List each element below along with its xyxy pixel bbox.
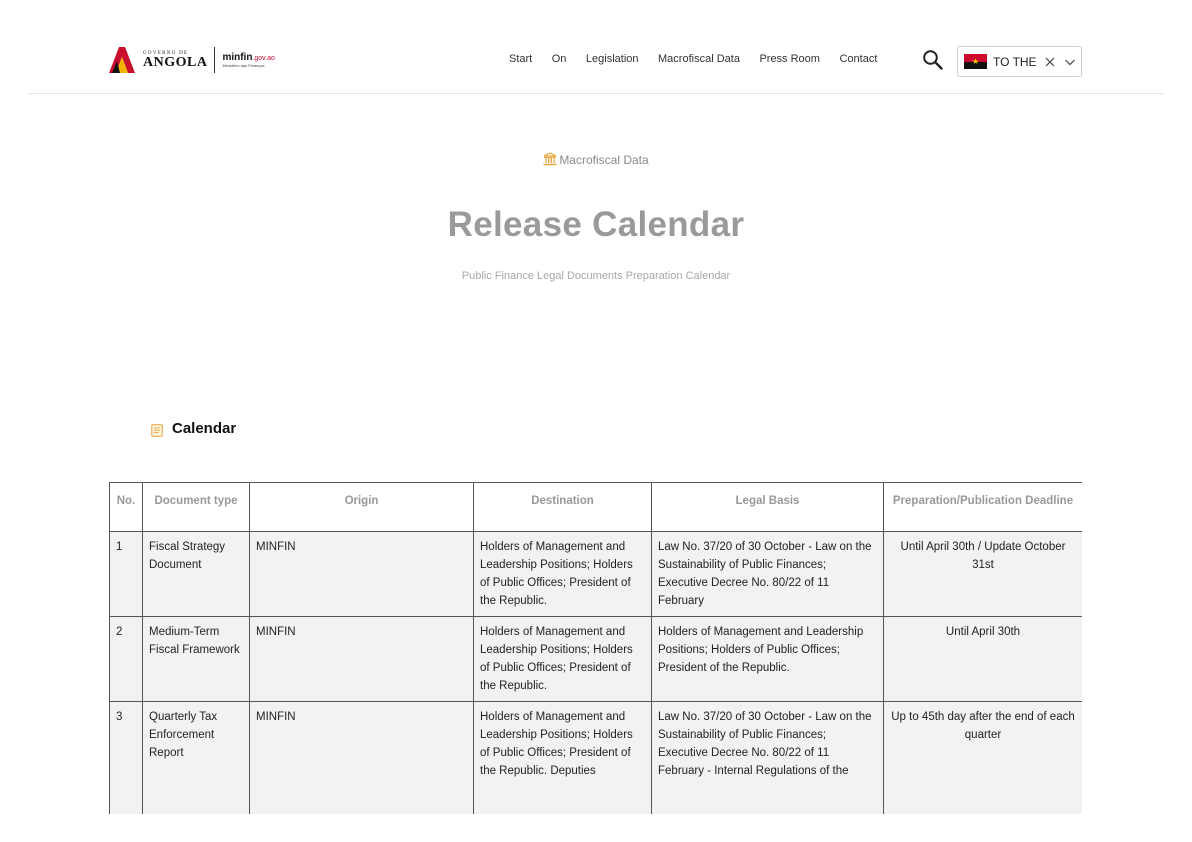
cell-no: 3 [109, 701, 143, 814]
cell-deadline: Up to 45th day after the end of each qua… [883, 701, 1082, 814]
cell-no: 2 [109, 616, 143, 702]
government-wordmark: GOVERNO DE ANGOLA [143, 51, 207, 70]
cell-origin: MINFIN [249, 616, 474, 702]
minfin-sub: Ministério das Finanças [222, 62, 265, 68]
nav-macrofiscal-data[interactable]: Macrofiscal Data [658, 53, 740, 65]
cell-legal-basis: Holders of Management and Leadership Pos… [651, 616, 884, 702]
nav-legislation[interactable]: Legislation [586, 53, 639, 65]
column-header-legal-basis: Legal Basis [651, 482, 884, 532]
nav-press-room[interactable]: Press Room [759, 53, 820, 65]
cell-deadline: Until April 30th [883, 616, 1082, 702]
logo-divider [214, 47, 216, 73]
table-row: 2 Medium-Term Fiscal Framework MINFIN Ho… [109, 616, 1082, 702]
cell-deadline: Until April 30th / Update October 31st [883, 531, 1082, 617]
cell-destination: Holders of Management and Leadership Pos… [473, 531, 652, 617]
column-header-destination: Destination [473, 482, 652, 532]
cell-destination: Holders of Management and Leadership Pos… [473, 701, 652, 814]
minfin-main: minfin.gov.ao [222, 51, 275, 63]
column-header-origin: Origin [249, 482, 474, 532]
cell-destination: Holders of Management and Leadership Pos… [473, 616, 652, 702]
angola-flag-icon: ★ [964, 54, 987, 69]
nav-on[interactable]: On [552, 53, 567, 65]
minfin-main-text: minfin [222, 51, 253, 63]
language-label: TO THE [993, 54, 1037, 69]
page-title: Release Calendar [447, 205, 745, 244]
cell-no: 1 [109, 531, 143, 617]
minfin-domain: .gov.ao [252, 54, 275, 62]
table-header-row: No. Document type Origin Destination Leg… [109, 482, 1082, 532]
section-title: Calendar [172, 420, 237, 437]
bank-icon [543, 152, 557, 166]
close-icon[interactable] [1044, 56, 1056, 68]
logo-gov-big: ANGOLA [143, 54, 208, 70]
breadcrumb: Macrofiscal Data [0, 152, 1192, 167]
minfin-wordmark: minfin.gov.ao Ministério das Finanças [222, 51, 275, 68]
cell-origin: MINFIN [249, 701, 474, 814]
site-logo[interactable]: GOVERNO DE ANGOLA minfin.gov.ao Ministér… [109, 45, 275, 75]
breadcrumb-label[interactable]: Macrofiscal Data [559, 153, 648, 167]
column-header-no: No. [109, 482, 143, 532]
document-icon [151, 423, 163, 437]
site-header: GOVERNO DE ANGOLA minfin.gov.ao Ministér… [28, 0, 1164, 94]
calendar-section-heading: Calendar [151, 420, 236, 437]
cell-document-type: Fiscal Strategy Document [142, 531, 250, 617]
angola-emblem-icon [109, 47, 137, 73]
column-header-deadline: Preparation/Publication Deadline [883, 482, 1082, 532]
table-row: 3 Quarterly Tax Enforcement Report MINFI… [109, 701, 1082, 814]
language-select[interactable]: ★ TO THE [957, 46, 1082, 77]
table-row: 1 Fiscal Strategy Document MINFIN Holder… [109, 531, 1082, 617]
cell-origin: MINFIN [249, 531, 474, 617]
search-icon[interactable] [922, 49, 944, 71]
calendar-table: No. Document type Origin Destination Leg… [109, 482, 1082, 814]
nav-contact[interactable]: Contact [839, 53, 877, 65]
chevron-down-icon[interactable] [1064, 56, 1076, 68]
page-subtitle: Public Finance Legal Documents Preparati… [461, 270, 731, 282]
cell-legal-basis: Law No. 37/20 of 30 October - Law on the… [651, 531, 884, 617]
nav-start[interactable]: Start [509, 53, 532, 65]
main-nav: Start On Legislation Macrofiscal Data Pr… [509, 53, 897, 65]
cell-legal-basis: Law No. 37/20 of 30 October - Law on the… [651, 701, 884, 814]
calendar-table-container[interactable]: No. Document type Origin Destination Leg… [109, 482, 1082, 814]
column-header-document-type: Document type [142, 482, 250, 532]
cell-document-type: Quarterly Tax Enforcement Report [142, 701, 250, 814]
cell-document-type: Medium-Term Fiscal Framework [142, 616, 250, 702]
